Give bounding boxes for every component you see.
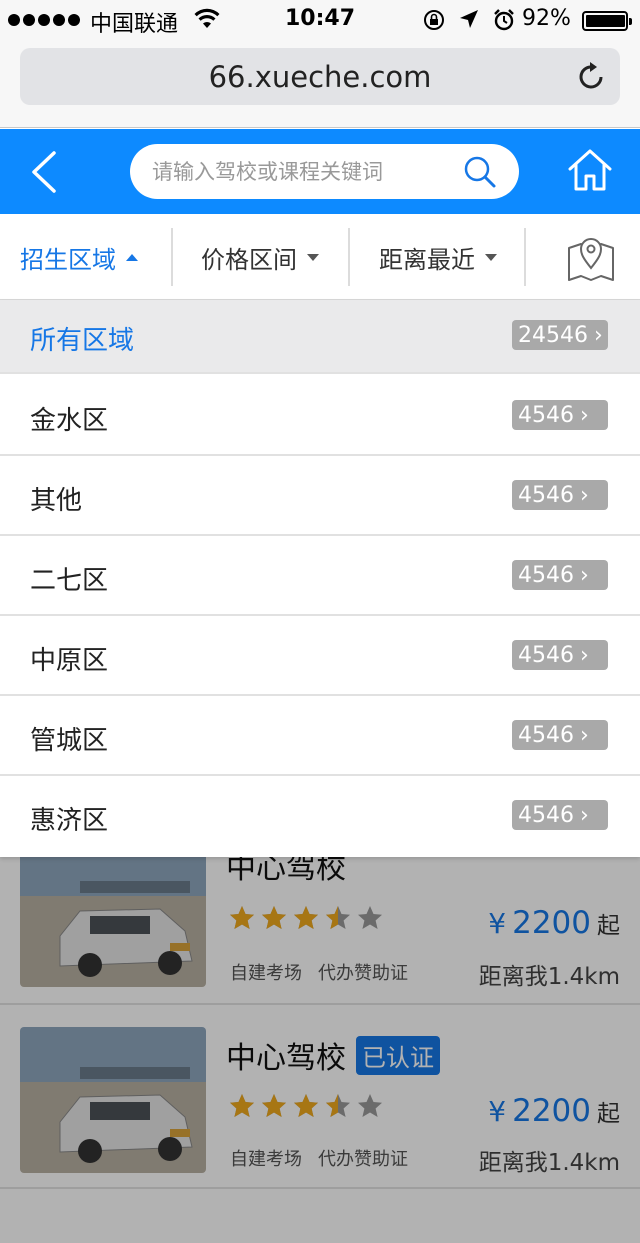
region-label: 管城区 — [30, 726, 109, 756]
filter-tab-region[interactable]: 招生区域 — [20, 214, 138, 300]
region-option[interactable]: 惠济区 4546 › — [0, 776, 640, 856]
chevron-right-icon: › — [580, 482, 589, 508]
back-button[interactable] — [26, 149, 66, 195]
location-arrow-icon — [458, 8, 480, 38]
dim-overlay[interactable] — [0, 857, 640, 1243]
chevron-right-icon: › — [580, 722, 589, 748]
count-value: 4546 — [518, 402, 574, 428]
chevron-right-icon: › — [580, 802, 589, 828]
alarm-icon — [492, 8, 516, 38]
count-value: 4546 — [518, 802, 574, 828]
region-option[interactable]: 二七区 4546 › — [0, 536, 640, 616]
count-value: 4546 — [518, 642, 574, 668]
chevron-left-icon — [26, 151, 66, 199]
home-icon — [566, 149, 614, 198]
chevron-right-icon: › — [594, 322, 603, 348]
chevron-right-icon: › — [580, 642, 589, 668]
region-label: 二七区 — [30, 566, 109, 596]
count-value: 4546 — [518, 482, 574, 508]
region-dropdown: 所有区域 24546 › 金水区 4546 › 其他 4546 › 二七区 4546 ›… — [0, 300, 640, 857]
region-label: 中原区 — [30, 646, 109, 676]
count-badge: 24546 › — [512, 320, 608, 350]
app-header — [0, 129, 640, 214]
chevron-right-icon: › — [580, 402, 589, 428]
search-icon[interactable] — [463, 155, 497, 193]
count-value: 24546 — [518, 322, 588, 348]
divider — [171, 228, 173, 286]
count-badge: 4546 › — [512, 400, 608, 430]
count-value: 4546 — [518, 562, 574, 588]
filter-tab-label: 招生区域 — [20, 245, 116, 274]
region-label: 金水区 — [30, 406, 109, 436]
caret-up-icon — [126, 253, 138, 261]
count-badge: 4546 › — [512, 480, 608, 510]
region-option-all[interactable]: 所有区域 24546 › — [0, 300, 640, 374]
map-pin-icon — [565, 238, 617, 290]
region-option[interactable]: 管城区 4546 › — [0, 696, 640, 776]
chevron-right-icon: › — [580, 562, 589, 588]
region-option[interactable]: 中原区 4546 › — [0, 616, 640, 696]
url-text: 66.xueche.com — [208, 60, 432, 94]
count-badge: 4546 › — [512, 640, 608, 670]
battery-icon — [582, 11, 632, 31]
status-bar: 中国联通 10:47 92% — [0, 0, 640, 40]
divider — [348, 228, 350, 286]
count-value: 4546 — [518, 722, 574, 748]
caret-down-icon — [485, 253, 497, 261]
filter-tab-distance[interactable]: 距离最近 — [379, 214, 497, 300]
browser-toolbar: 66.xueche.com — [0, 40, 640, 128]
count-badge: 4546 › — [512, 560, 608, 590]
address-bar[interactable]: 66.xueche.com — [20, 48, 620, 105]
rotation-lock-icon — [422, 8, 446, 38]
region-option[interactable]: 金水区 4546 › — [0, 376, 640, 456]
region-label: 惠济区 — [30, 806, 109, 836]
reload-icon[interactable] — [578, 61, 606, 95]
home-button[interactable] — [566, 146, 614, 194]
search-input[interactable] — [152, 144, 452, 199]
divider — [524, 228, 526, 286]
count-badge: 4546 › — [512, 800, 608, 830]
filter-bar: 招生区域 价格区间 距离最近 — [0, 214, 640, 300]
region-option[interactable]: 其他 4546 › — [0, 456, 640, 536]
map-button[interactable] — [565, 230, 617, 286]
region-label: 其他 — [30, 486, 83, 516]
caret-down-icon — [307, 253, 319, 261]
filter-tab-price[interactable]: 价格区间 — [201, 214, 319, 300]
count-badge: 4546 › — [512, 720, 608, 750]
battery-percentage: 92% — [522, 6, 571, 31]
region-label: 所有区域 — [30, 326, 135, 356]
filter-tab-label: 距离最近 — [379, 245, 475, 274]
filter-tab-label: 价格区间 — [201, 245, 297, 274]
search-box[interactable] — [130, 144, 519, 199]
